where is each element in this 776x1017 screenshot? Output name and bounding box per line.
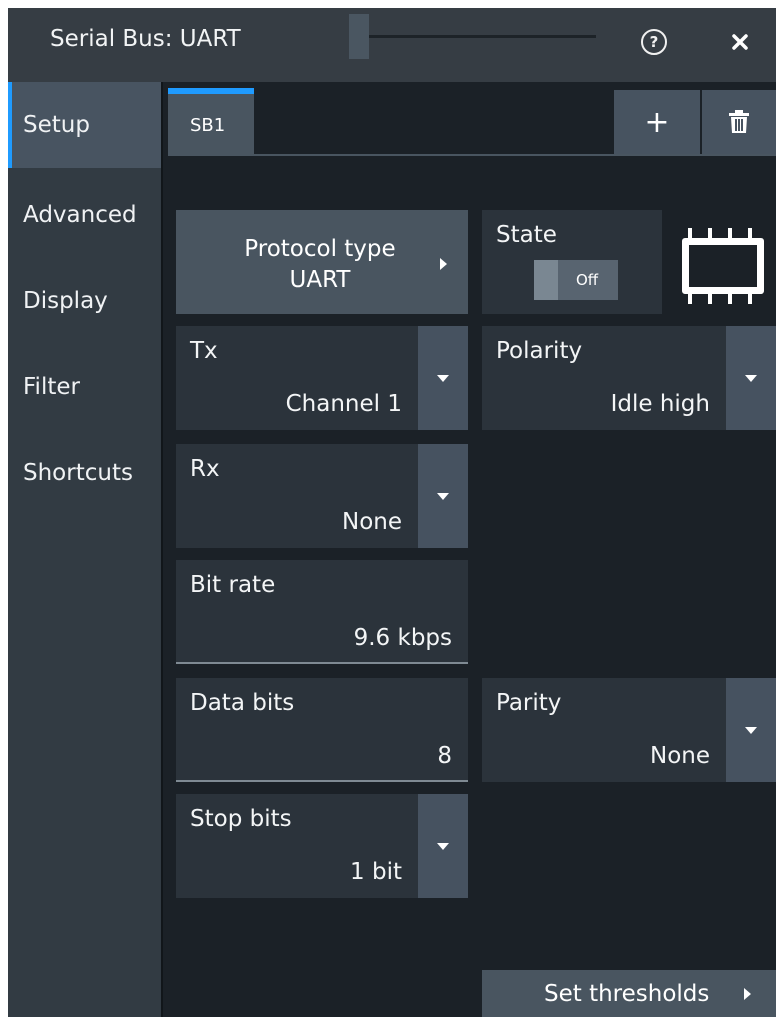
set-thresholds-button[interactable]: Set thresholds bbox=[482, 970, 776, 1017]
protocol-type-label: Protocol type bbox=[244, 236, 396, 262]
field-underline bbox=[176, 780, 468, 782]
bit-rate-field[interactable]: Bit rate 9.6 kbps bbox=[176, 560, 468, 664]
sidebar-item-label: Display bbox=[23, 288, 108, 314]
rx-dropdown-button[interactable] bbox=[418, 444, 468, 548]
set-thresholds-label: Set thresholds bbox=[544, 981, 710, 1007]
sidebar-divider bbox=[161, 82, 163, 1017]
rx-label: Rx bbox=[190, 456, 220, 482]
tx-label: Tx bbox=[190, 338, 218, 364]
sidebar-item-setup[interactable]: Setup bbox=[8, 82, 161, 168]
field-underline bbox=[176, 662, 468, 664]
state-control: State Off bbox=[482, 210, 662, 314]
selected-indicator bbox=[8, 82, 12, 168]
data-bits-value: 8 bbox=[437, 743, 452, 769]
title-bar: Serial Bus: UART ? bbox=[8, 8, 776, 82]
chevron-down-icon bbox=[745, 374, 757, 382]
parity-value: None bbox=[649, 743, 710, 769]
stop-bits-dropdown-button[interactable] bbox=[418, 794, 468, 898]
chevron-down-icon bbox=[437, 374, 449, 382]
data-bits-label: Data bits bbox=[190, 690, 295, 716]
chevron-down-icon bbox=[437, 842, 449, 850]
sidebar-item-display[interactable]: Display bbox=[8, 258, 161, 344]
parity-dropdown-button[interactable] bbox=[726, 678, 776, 782]
parity-selector[interactable]: Parity None bbox=[482, 678, 776, 782]
bit-rate-label: Bit rate bbox=[190, 572, 276, 598]
state-toggle[interactable]: Off bbox=[534, 260, 618, 300]
sidebar-item-label: Setup bbox=[23, 112, 90, 138]
data-bits-field[interactable]: Data bits 8 bbox=[176, 678, 468, 782]
tab-label: SB1 bbox=[190, 115, 226, 136]
tx-selector[interactable]: Tx Channel 1 bbox=[176, 326, 468, 430]
tab-baseline bbox=[168, 154, 776, 156]
trash-icon bbox=[729, 110, 749, 133]
serial-bus-dialog: Serial Bus: UART ? Setup Advanced Displa… bbox=[8, 8, 776, 1017]
tab-sb1[interactable]: SB1 bbox=[168, 88, 254, 154]
polarity-value: Idle high bbox=[610, 391, 710, 417]
tab-active-indicator bbox=[168, 88, 254, 94]
transparency-slider-handle[interactable] bbox=[349, 14, 369, 59]
polarity-selector[interactable]: Polarity Idle high bbox=[482, 326, 776, 430]
sidebar-item-label: Shortcuts bbox=[23, 460, 133, 486]
chevron-right-icon bbox=[744, 988, 751, 1000]
chevron-right-icon bbox=[440, 258, 447, 270]
chevron-down-icon bbox=[745, 726, 757, 734]
sidebar-item-label: Filter bbox=[23, 374, 80, 400]
stop-bits-selector[interactable]: Stop bits 1 bit bbox=[176, 794, 468, 898]
add-bus-button[interactable]: + bbox=[614, 90, 700, 154]
chevron-down-icon bbox=[437, 492, 449, 500]
protocol-type-value: UART bbox=[289, 267, 351, 293]
close-button[interactable] bbox=[716, 20, 764, 64]
tx-value: Channel 1 bbox=[285, 391, 402, 417]
toggle-knob bbox=[534, 260, 558, 300]
help-icon: ? bbox=[641, 29, 667, 55]
stop-bits-label: Stop bits bbox=[190, 806, 292, 832]
state-value: Off bbox=[576, 271, 599, 289]
sidebar-item-filter[interactable]: Filter bbox=[8, 344, 161, 430]
tx-dropdown-button[interactable] bbox=[418, 326, 468, 430]
transparency-slider-track[interactable] bbox=[353, 35, 596, 38]
close-icon bbox=[732, 34, 748, 50]
polarity-dropdown-button[interactable] bbox=[726, 326, 776, 430]
plus-icon: + bbox=[644, 104, 670, 140]
delete-bus-button[interactable] bbox=[702, 90, 776, 154]
sidebar-item-advanced[interactable]: Advanced bbox=[8, 172, 161, 258]
state-label: State bbox=[496, 222, 557, 248]
polarity-label: Polarity bbox=[496, 338, 583, 364]
protocol-type-button[interactable]: Protocol type UART bbox=[176, 210, 468, 314]
sidebar: Setup Advanced Display Filter Shortcuts bbox=[8, 82, 161, 1017]
rx-value: None bbox=[341, 509, 402, 535]
parity-label: Parity bbox=[496, 690, 562, 716]
bit-rate-value: 9.6 kbps bbox=[353, 625, 452, 651]
help-button[interactable]: ? bbox=[624, 20, 684, 64]
protocol-type-text: Protocol type UART bbox=[196, 234, 444, 296]
dialog-title: Serial Bus: UART bbox=[50, 26, 241, 52]
rx-selector[interactable]: Rx None bbox=[176, 444, 468, 548]
stop-bits-value: 1 bit bbox=[350, 859, 402, 885]
sidebar-item-label: Advanced bbox=[23, 202, 137, 228]
sidebar-item-shortcuts[interactable]: Shortcuts bbox=[8, 430, 161, 516]
chip-icon bbox=[682, 228, 764, 304]
